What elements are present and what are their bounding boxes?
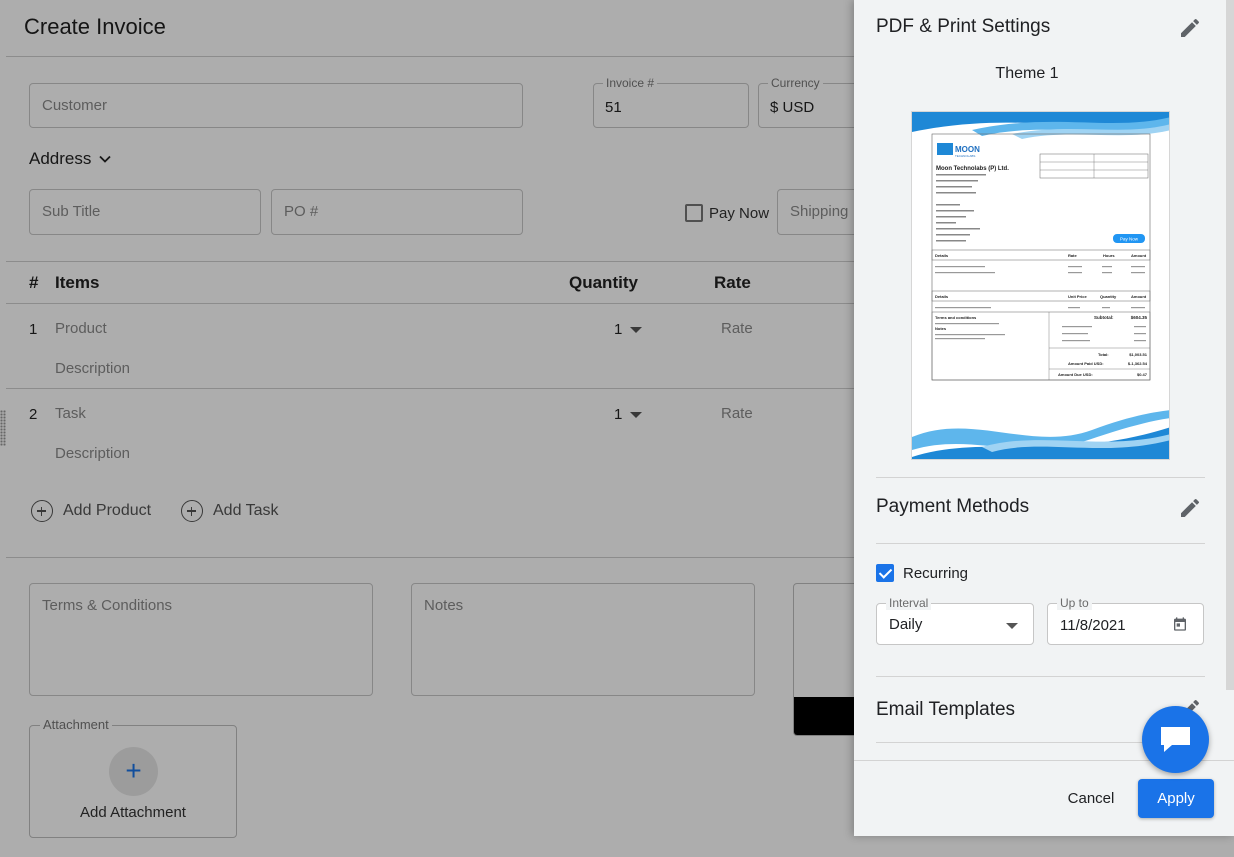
upto-value: 11/8/2021 xyxy=(1060,617,1126,634)
chat-button[interactable] xyxy=(1142,706,1209,773)
payment-methods-title: Payment Methods xyxy=(876,496,1030,517)
drawer-scrollbar[interactable] xyxy=(1226,0,1234,690)
drawer-divider xyxy=(876,477,1205,478)
invoice-preview-graphic: MOON TECHNOLABS Moon Technolabs (P) Ltd.… xyxy=(912,112,1169,459)
thumb-company-name: Moon Technolabs (P) Ltd. xyxy=(936,166,1009,172)
pdf-settings-edit-icon[interactable] xyxy=(1178,16,1202,40)
thumb-subtotal: $604.35 xyxy=(1131,315,1148,320)
dropdown-arrow-icon xyxy=(1006,623,1018,629)
thumb-notes: Notes xyxy=(935,326,947,331)
thumb-total-label: Total: xyxy=(1098,352,1109,357)
thumb-col-amount: Amount xyxy=(1131,253,1147,258)
upto-date-field[interactable]: Up to 11/8/2021 xyxy=(1047,596,1204,645)
upto-label: Up to xyxy=(1057,596,1092,610)
drawer-divider xyxy=(876,676,1205,677)
chat-bubble-icon xyxy=(1161,727,1190,752)
thumb-col-rate: Rate xyxy=(1068,253,1077,258)
interval-label: Interval xyxy=(886,596,932,610)
thumb-due-label: Amount Due USD: xyxy=(1058,372,1093,377)
thumb-col-details: Details xyxy=(935,253,949,258)
theme-name: Theme 1 xyxy=(995,65,1059,82)
thumb-pay-now: Pay Now xyxy=(1120,237,1139,242)
thumb-paid: $-1,362.54 xyxy=(1128,361,1148,366)
thumb-col-hours: Hours xyxy=(1103,253,1115,258)
thumb-paid-label: Amount Paid USD: xyxy=(1068,361,1104,366)
thumb-logo: MOON xyxy=(955,145,980,154)
calendar-icon[interactable] xyxy=(1172,616,1188,632)
thumb-subtotal-label: Subtotal: xyxy=(1094,315,1114,320)
drawer-divider xyxy=(876,543,1205,544)
interval-select[interactable]: Interval Daily xyxy=(876,596,1034,645)
email-templates-title: Email Templates xyxy=(876,699,1016,720)
cancel-button[interactable]: Cancel xyxy=(1057,779,1125,817)
thumb-col-amount-2: Amount xyxy=(1131,294,1147,299)
thumb-total: $1,003.51 xyxy=(1129,352,1148,357)
interval-value: Daily xyxy=(889,616,923,633)
recurring-checkbox[interactable]: Recurring xyxy=(876,564,968,582)
thumb-terms: Terms and conditions xyxy=(935,315,977,320)
recurring-label: Recurring xyxy=(903,564,969,582)
thumb-col-quantity: Quantity xyxy=(1100,294,1117,299)
thumb-col-details-2: Details xyxy=(935,294,949,299)
thumb-col-unit-price: Unit Price xyxy=(1068,294,1087,299)
thumb-due: $0.47 xyxy=(1137,372,1148,377)
apply-button[interactable]: Apply xyxy=(1138,779,1214,818)
payment-methods-edit-icon[interactable] xyxy=(1178,496,1202,520)
pdf-settings-title: PDF & Print Settings xyxy=(876,16,1051,37)
check-icon xyxy=(876,564,894,582)
theme-preview-thumbnail[interactable]: MOON TECHNOLABS Moon Technolabs (P) Ltd.… xyxy=(911,111,1170,460)
thumb-logo-sub: TECHNOLABS xyxy=(955,154,975,158)
